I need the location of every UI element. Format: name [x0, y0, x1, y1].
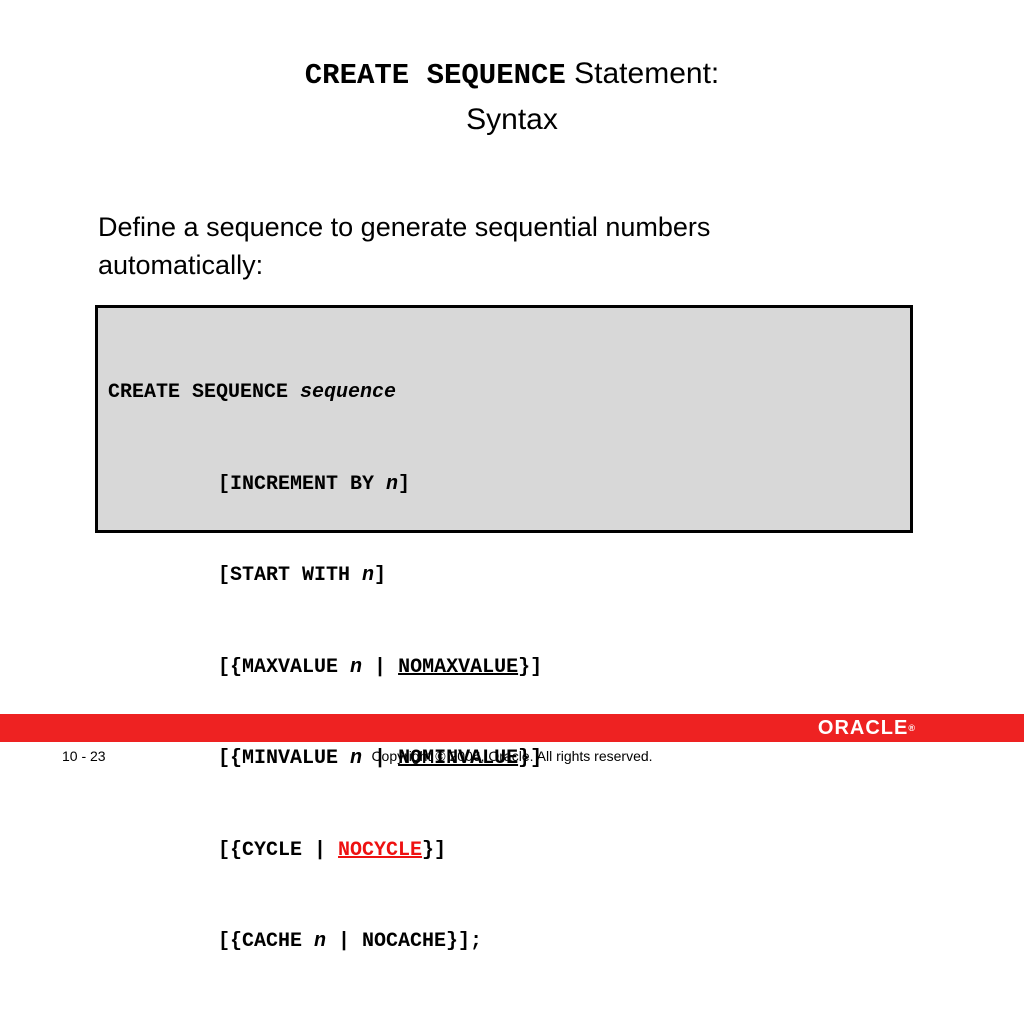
title-rest: Statement: — [574, 57, 720, 90]
slide-title: CREATE SEQUENCE Statement: Syntax — [0, 52, 1024, 142]
intro-line-1: Define a sequence to generate sequential… — [98, 212, 711, 242]
intro-text: Define a sequence to generate sequential… — [98, 208, 918, 284]
code-text: ] — [398, 472, 411, 496]
logo-text: ORACLE — [817, 717, 909, 739]
code-variable: n — [362, 564, 375, 587]
code-text: [{CYCLE | — [218, 838, 339, 862]
code-keyword: CREATE SEQUENCE — [108, 381, 301, 404]
code-text: [{CACHE — [218, 930, 315, 953]
title-keyword: CREATE SEQUENCE — [304, 59, 566, 92]
copyright-text: Copyright © 2006, Oracle. All rights res… — [371, 748, 653, 764]
code-variable: n — [386, 472, 399, 496]
title-line-2: Syntax — [466, 103, 558, 136]
code-variable: sequence — [300, 381, 397, 404]
code-text: [{MAXVALUE — [218, 655, 351, 679]
code-default-option-highlighted: NOCYCLE — [338, 838, 423, 862]
syntax-code-box: CREATE SEQUENCE sequence [INCREMENT BY n… — [95, 305, 913, 953]
code-line-create: CREATE SEQUENCE sequence — [108, 378, 542, 409]
code-default-option: NOMAXVALUE — [398, 655, 519, 679]
oracle-logo: ORACLE® — [818, 718, 916, 738]
code-line-start: [START WITH n] — [108, 561, 542, 592]
intro-line-2: automatically: — [98, 250, 264, 280]
code-text: | — [362, 655, 399, 679]
code-text: }] — [422, 838, 447, 862]
code-line-cycle: [{CYCLE | NOCYCLE}] — [108, 836, 542, 867]
code-variable: n — [314, 930, 327, 953]
registered-mark-icon: ® — [908, 723, 916, 733]
code-text: ] — [374, 564, 387, 587]
code-variable: n — [350, 655, 363, 679]
code-text: [INCREMENT BY — [218, 472, 387, 496]
code-line-cache: [{CACHE n | NOCACHE}]; — [108, 927, 542, 958]
code-text: }] — [518, 655, 543, 679]
code-line-maxvalue: [{MAXVALUE n | NOMAXVALUE}] — [108, 653, 542, 684]
syntax-code: CREATE SEQUENCE sequence [INCREMENT BY n… — [108, 317, 542, 1019]
code-line-increment: [INCREMENT BY n] — [108, 470, 542, 501]
code-text: | NOCACHE}]; — [326, 930, 483, 953]
code-text: [START WITH — [218, 564, 363, 587]
title-line-1: CREATE SEQUENCE Statement: — [0, 52, 1024, 98]
